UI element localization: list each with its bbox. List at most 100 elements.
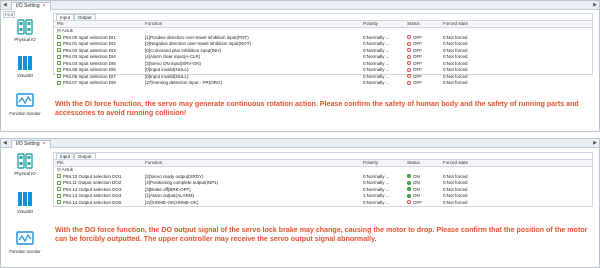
sidebar-label: Physical IO: [14, 171, 36, 176]
virtual-io-icon: [18, 56, 32, 70]
status-text: ON: [413, 186, 420, 192]
pin-text: P94.06 Input selection DI7: [63, 73, 116, 79]
pin-cell: P94.07 Input selection DI8: [54, 80, 142, 87]
pin-text: P94.10 Output selection DO1: [63, 173, 122, 179]
status-indicator-icon: [407, 80, 411, 85]
do-panel: ◀ I/O Setting × ▶ Physical IO VirtualIO: [0, 138, 600, 268]
status-cell: OFF: [404, 80, 440, 87]
tab-io-setting[interactable]: I/O Setting ×: [11, 140, 51, 148]
checkbox[interactable]: [57, 74, 61, 79]
monitor-icon: [16, 93, 34, 107]
status-indicator-icon: [407, 74, 411, 79]
checkbox[interactable]: [57, 54, 61, 59]
pin-text: P94.01 Input selection DI2: [63, 41, 116, 46]
status-text: ON: [413, 173, 420, 179]
toolbar-indicator: F2.0: [3, 11, 16, 18]
io-grid-icon: [17, 19, 33, 35]
di-warning-text: With the DI force function, the servo ma…: [55, 100, 579, 118]
sidebar-item-physical-io[interactable]: Physical IO: [1, 153, 49, 176]
pin-text: P94.05 Input selection DI6: [63, 67, 116, 72]
checkbox[interactable]: [57, 187, 61, 192]
forced-cell[interactable]: 0:Not forced: [440, 80, 592, 87]
status-indicator-icon: [407, 187, 411, 192]
scroll-right-icon[interactable]: ▶: [593, 2, 597, 8]
status-indicator-icon: [407, 180, 411, 185]
status-indicator-icon: [407, 174, 411, 179]
close-icon[interactable]: ×: [43, 141, 46, 148]
checkbox[interactable]: [57, 61, 61, 66]
do-table-area: Input Output Pin Function Polarity Statu…: [53, 152, 593, 207]
status-text: OFF: [413, 54, 422, 59]
checkbox[interactable]: [57, 67, 61, 72]
subtab-output[interactable]: Output: [74, 153, 96, 159]
checkbox[interactable]: [57, 48, 61, 53]
do-warning-text: With the DO force function, the DO outpu…: [55, 226, 588, 244]
checkbox[interactable]: [57, 41, 61, 46]
sidebar-label: Physical IO: [14, 37, 36, 42]
di-panel: ◀ I/O Setting × ▶ F2.0 Physical IO Virtu…: [0, 0, 600, 132]
tab-io-setting[interactable]: I/O Setting ×: [11, 2, 51, 10]
status-text: OFF: [413, 60, 422, 66]
sidebar-item-physical-io[interactable]: Physical IO: [1, 19, 49, 42]
group-label: Actuk: [61, 167, 74, 172]
pin-text: P94.07 Input selection DI8: [63, 80, 116, 85]
sidebar-item-virtual-io[interactable]: VirtualIO: [1, 55, 49, 78]
status-text: ON: [413, 180, 420, 185]
scroll-right-icon[interactable]: ▶: [593, 140, 597, 146]
do-table: Pin Function Polarity Status Forced stat…: [54, 160, 592, 206]
table-row[interactable]: P94.07 Input selection DI8 [27]Homing det…: [54, 80, 592, 87]
subtab-bar: Input Output: [54, 14, 592, 21]
pin-cell: P94.14 Output selection DO5: [54, 200, 142, 207]
table-row[interactable]: P94.14 Output selection DO5 [22]HOME-OK(H…: [54, 200, 592, 207]
status-indicator-icon: [407, 61, 411, 66]
io-grid-icon: [17, 153, 33, 169]
group-row[interactable]: ⊟Actuk: [54, 28, 592, 35]
checkbox[interactable]: [57, 174, 61, 179]
sidebar-label: Function monitor: [9, 111, 41, 116]
status-text: OFF: [413, 34, 422, 40]
status-indicator-icon: [407, 41, 411, 46]
sidebar-item-function-monitor[interactable]: Function monitor: [1, 93, 49, 116]
close-icon[interactable]: ×: [43, 3, 46, 10]
checkbox[interactable]: [57, 180, 61, 185]
collapse-icon[interactable]: ⊟: [57, 167, 61, 172]
function-cell[interactable]: [22]HOME-OK(HOME-OK): [142, 200, 360, 207]
virtual-io-icon: [18, 192, 32, 206]
sidebar-item-function-monitor[interactable]: Function monitor: [1, 231, 49, 254]
status-cell: OFF: [404, 200, 440, 207]
status-text: OFF: [413, 80, 422, 85]
subtab-input[interactable]: Input: [56, 153, 75, 159]
pin-text: P94.03 Input selection DI4: [63, 54, 116, 59]
scroll-left-icon[interactable]: ◀: [3, 2, 7, 8]
sidebar-item-virtual-io[interactable]: VirtualIO: [1, 191, 49, 214]
pin-text: P94.04 Input selection DI5: [63, 60, 116, 66]
sidebar-label: Function monitor: [9, 249, 41, 254]
scroll-left-icon[interactable]: ◀: [3, 140, 7, 146]
checkbox[interactable]: [57, 200, 61, 205]
status-text: OFF: [413, 41, 422, 46]
status-indicator-icon: [407, 193, 411, 198]
polarity-cell[interactable]: 0:Normally ...: [360, 80, 404, 87]
status-indicator-icon: [407, 35, 411, 40]
sidebar-label: VirtualIO: [16, 209, 34, 214]
status-indicator-icon: [407, 54, 411, 59]
forced-cell[interactable]: 0:Not forced: [440, 200, 592, 207]
status-text: ON: [413, 193, 420, 198]
polarity-cell[interactable]: 0:Normally ...: [360, 200, 404, 207]
group-row[interactable]: ⊟Actuk: [54, 167, 592, 174]
status-indicator-icon: [407, 67, 411, 72]
checkbox[interactable]: [57, 35, 61, 40]
checkbox[interactable]: [57, 193, 61, 198]
subtab-output[interactable]: Output: [74, 14, 96, 20]
tab-label: I/O Setting: [16, 141, 40, 147]
collapse-icon[interactable]: ⊟: [57, 28, 61, 33]
checkbox[interactable]: [57, 80, 61, 85]
status-text: OFF: [413, 47, 422, 53]
subtab-bar: Input Output: [54, 153, 592, 160]
sidebar-label: VirtualIO: [16, 73, 34, 78]
function-cell[interactable]: [27]Homing detection input - PR(ORG): [142, 80, 360, 87]
status-indicator-icon: [407, 200, 411, 205]
subtab-input[interactable]: Input: [56, 14, 75, 20]
pin-text: P94.12 Output selection DO3: [63, 186, 122, 192]
di-table-area: Input Output Pin Function Polarity Statu…: [53, 13, 593, 85]
